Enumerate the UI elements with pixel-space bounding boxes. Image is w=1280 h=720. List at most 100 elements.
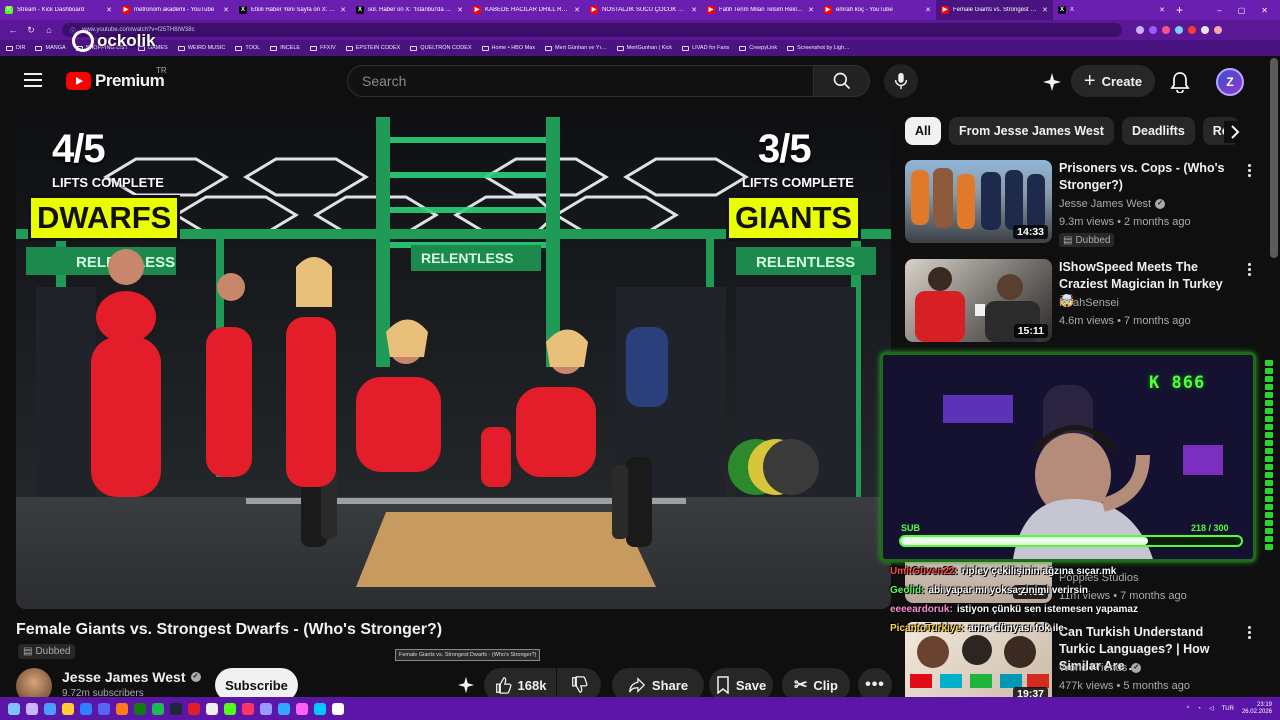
- tab-close-icon[interactable]: ✕: [808, 6, 814, 14]
- chips-next-button[interactable]: [1224, 121, 1246, 143]
- discord-icon[interactable]: [98, 702, 110, 715]
- indesign-icon[interactable]: [296, 702, 308, 715]
- bookmark-item[interactable]: EPSTEIN CODEX: [345, 45, 400, 51]
- bookmark-item[interactable]: MANGA: [35, 45, 66, 51]
- filter-chip[interactable]: From Jesse James West: [948, 117, 1114, 145]
- bookmark-item[interactable]: TOOL: [235, 45, 260, 51]
- home-icon[interactable]: ⌂: [44, 25, 54, 35]
- recommendation-item[interactable]: 15:11 IShowSpeed Meets The Craziest Magi…: [905, 259, 1265, 349]
- browser-tab[interactable]: X X ✕: [1053, 0, 1170, 20]
- tab-close-icon[interactable]: ✕: [691, 6, 697, 14]
- steam-icon[interactable]: [170, 702, 182, 715]
- video-thumbnail[interactable]: 14:33: [905, 160, 1052, 243]
- new-tab-button[interactable]: +: [1170, 3, 1189, 17]
- bookmark-item[interactable]: INCELE: [270, 45, 300, 51]
- search-button[interactable]: [814, 65, 870, 97]
- extension-icon[interactable]: [1188, 26, 1196, 34]
- photoshop-icon[interactable]: [278, 702, 290, 715]
- bookmark-item[interactable]: Mert Günhan ve Yı…: [545, 45, 607, 51]
- bookmark-item[interactable]: LIVAD for Fans: [682, 45, 729, 51]
- close-window-button[interactable]: ✕: [1261, 6, 1268, 15]
- browser-tab[interactable]: X Etkili Haber Yeni Sayfa on X: "Mu… ✕: [234, 0, 351, 20]
- tab-close-icon[interactable]: ✕: [1042, 6, 1048, 14]
- obs-icon[interactable]: [206, 702, 218, 715]
- browser-tab[interactable]: ▶ Fatih Terim Milan Telsim Reklamı… ✕: [702, 0, 819, 20]
- file-explorer-icon[interactable]: [62, 702, 74, 715]
- tab-close-icon[interactable]: ✕: [574, 6, 580, 14]
- page-scrollbar[interactable]: [1270, 58, 1278, 258]
- browser-tab[interactable]: ▶ NOSTALJİK SUCU ÇOCUK 1995 R… ✕: [585, 0, 702, 20]
- volume-icon[interactable]: ◁: [1209, 705, 1214, 712]
- recommendation-item[interactable]: 14:33 Prisoners vs. Cops - (Who's Strong…: [905, 160, 1265, 250]
- more-options-icon[interactable]: [1245, 626, 1253, 639]
- bookmark-item[interactable]: CreepyLink: [739, 45, 777, 51]
- browser-tab[interactable]: K Stream - Kick Dashboard ✕: [0, 0, 117, 20]
- maximize-button[interactable]: ▢: [1238, 6, 1246, 15]
- bookmark-item[interactable]: QUELTRON CODEX: [410, 45, 472, 51]
- edge-icon[interactable]: [80, 702, 92, 715]
- tray-chevron-icon[interactable]: ^: [1187, 706, 1190, 712]
- profile-icon[interactable]: [1214, 26, 1222, 34]
- xbox-icon[interactable]: [134, 702, 146, 715]
- app-icon[interactable]: [332, 702, 344, 715]
- browser-tab[interactable]: ▶ Female Giants vs. Strongest D… ✕: [936, 0, 1053, 20]
- reload-icon[interactable]: ↻: [26, 25, 36, 36]
- menu-icon[interactable]: [24, 73, 42, 87]
- recommendation-channel[interactable]: Jesse James West ✓: [1059, 198, 1166, 210]
- channel-name-link[interactable]: Jesse James West ✓: [62, 669, 201, 685]
- ask-ai-icon[interactable]: [1040, 70, 1064, 94]
- recommendation-channel[interactable]: NoahSensei: [1059, 297, 1119, 309]
- account-avatar[interactable]: Z: [1216, 68, 1244, 96]
- bookmark-item[interactable]: WEIRD MUSIC: [177, 45, 225, 51]
- spotify-icon[interactable]: [152, 702, 164, 715]
- extension-icon[interactable]: [1136, 26, 1144, 34]
- tab-close-icon[interactable]: ✕: [1159, 6, 1165, 14]
- app-icon[interactable]: [314, 702, 326, 715]
- video-player[interactable]: RELENTLESS RELENTLESS RELENTLESS: [16, 117, 891, 609]
- bookmark-item[interactable]: Home • HBO Max: [481, 45, 535, 51]
- more-options-icon[interactable]: [1245, 263, 1253, 276]
- minimize-button[interactable]: –: [1217, 6, 1221, 15]
- app-icon[interactable]: [242, 702, 254, 715]
- extension-icon[interactable]: [1162, 26, 1170, 34]
- extension-icon[interactable]: [1175, 26, 1183, 34]
- tab-close-icon[interactable]: ✕: [106, 6, 112, 14]
- bookmark-item[interactable]: FFXIV: [310, 45, 336, 51]
- browser-tab[interactable]: ▶ emrah koç - YouTube ✕: [819, 0, 936, 20]
- bookmark-item[interactable]: Screenshot by Ligh…: [787, 45, 850, 51]
- task-view-icon[interactable]: [44, 702, 56, 715]
- video-thumbnail[interactable]: 15:11: [905, 259, 1052, 342]
- notifications-bell-icon[interactable]: [1168, 70, 1192, 94]
- search-taskbar-icon[interactable]: [26, 702, 38, 715]
- recommendation-channel[interactable]: World Friends ✓: [1059, 662, 1142, 674]
- search-input[interactable]: [347, 65, 814, 97]
- tab-close-icon[interactable]: ✕: [457, 6, 463, 14]
- browser-tab[interactable]: Xsol. Haber on X: "İstanbul'da orta… ✕: [351, 0, 468, 20]
- back-icon[interactable]: ←: [8, 25, 18, 35]
- browser-tab[interactable]: ▶ KABEDE HACILAR DRILL REMIX(p…✕: [468, 0, 585, 20]
- recommendation-title[interactable]: Prisoners vs. Cops - (Who's Stronger?): [1059, 160, 1239, 194]
- url-field[interactable]: ⓘ www.youtube.com/watch?v=f25TH8IW38c: [62, 23, 1122, 37]
- tab-close-icon[interactable]: ✕: [340, 6, 346, 14]
- app-icon[interactable]: [116, 702, 128, 715]
- extension-icon[interactable]: [1201, 26, 1209, 34]
- bookmark-item[interactable]: DIR: [6, 45, 25, 51]
- extension-icon[interactable]: [1149, 26, 1157, 34]
- wifi-icon[interactable]: ◔: [1197, 706, 1201, 712]
- input-language[interactable]: TUR: [1222, 706, 1234, 712]
- tab-close-icon[interactable]: ✕: [223, 6, 229, 14]
- start-button-icon[interactable]: [8, 702, 20, 715]
- app-icon[interactable]: [188, 702, 200, 715]
- browser-tab[interactable]: ▶ metronom akademi - YouTube ✕: [117, 0, 234, 20]
- bookmark-item[interactable]: MertGunhan | Kick: [616, 45, 672, 51]
- premiere-icon[interactable]: [260, 702, 272, 715]
- filter-chip[interactable]: All: [905, 117, 941, 145]
- create-button[interactable]: + Create: [1071, 65, 1155, 97]
- voice-search-button[interactable]: [884, 64, 918, 98]
- app-icon[interactable]: [224, 702, 236, 715]
- clock[interactable]: 23:19 26.02.2026: [1242, 702, 1272, 716]
- more-options-icon[interactable]: [1245, 164, 1253, 177]
- filter-chip[interactable]: Deadlifts: [1121, 117, 1195, 145]
- youtube-premium-logo[interactable]: Premium TR: [66, 66, 167, 91]
- tab-close-icon[interactable]: ✕: [925, 6, 931, 14]
